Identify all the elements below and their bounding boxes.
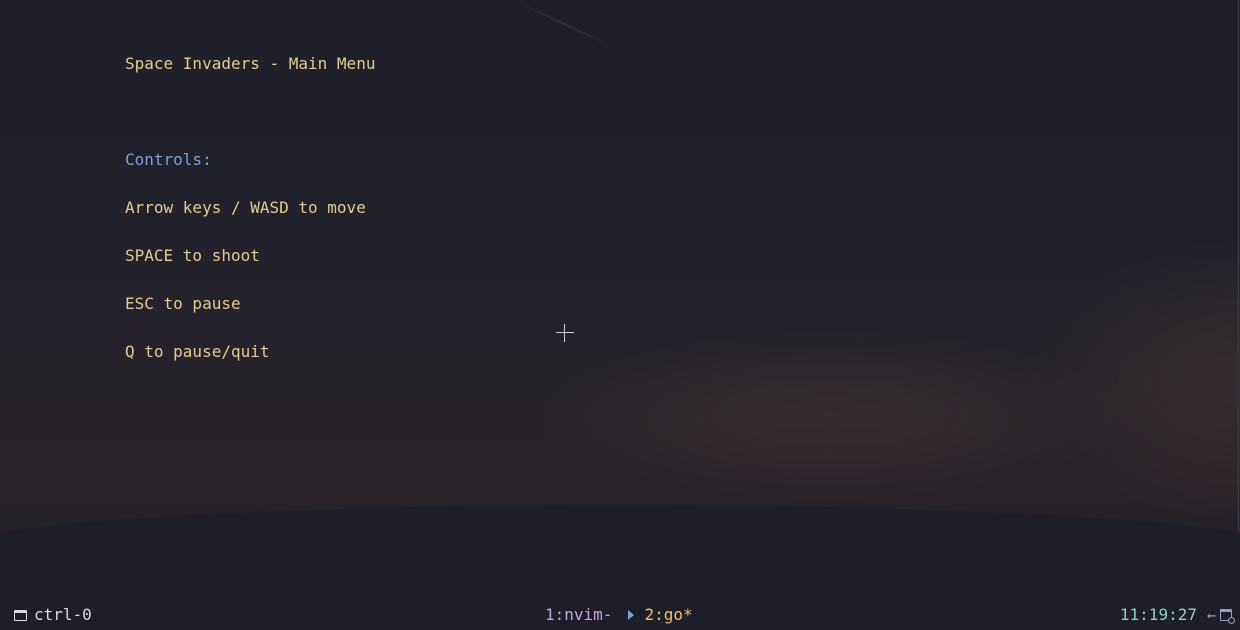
calendar-clock-icon: [1220, 609, 1235, 624]
menu-title: Space Invaders - Main Menu: [125, 54, 376, 73]
crosshair-cursor-icon: [556, 324, 574, 342]
control-shoot: SPACE to shoot: [125, 246, 260, 265]
session-indicator[interactable]: ctrl-0: [14, 600, 92, 630]
triangle-right-icon: [628, 610, 635, 620]
background-streak: [514, 0, 615, 49]
session-icon: [14, 609, 27, 621]
session-name: ctrl-0: [34, 605, 92, 624]
window-tab-nvim[interactable]: 1:nvim-: [545, 600, 612, 630]
window-list: 1:nvim- 2:go*: [545, 600, 693, 630]
arrow-left-icon: ←: [1206, 606, 1216, 624]
clock: 11:19:27: [1119, 605, 1197, 624]
window-tab-go[interactable]: 2:go*: [644, 600, 692, 630]
tmux-status-bar: ctrl-0 1:nvim- 2:go* 11:19:27 ←: [0, 600, 1240, 630]
controls-heading: Controls:: [125, 150, 212, 169]
control-quit: Q to pause/quit: [125, 342, 270, 361]
status-right: 11:19:27 ←: [1119, 600, 1235, 630]
terminal-window[interactable]: Space Invaders - Main Menu Controls: Arr…: [0, 0, 1240, 630]
control-pause: ESC to pause: [125, 294, 241, 313]
control-move: Arrow keys / WASD to move: [125, 198, 366, 217]
